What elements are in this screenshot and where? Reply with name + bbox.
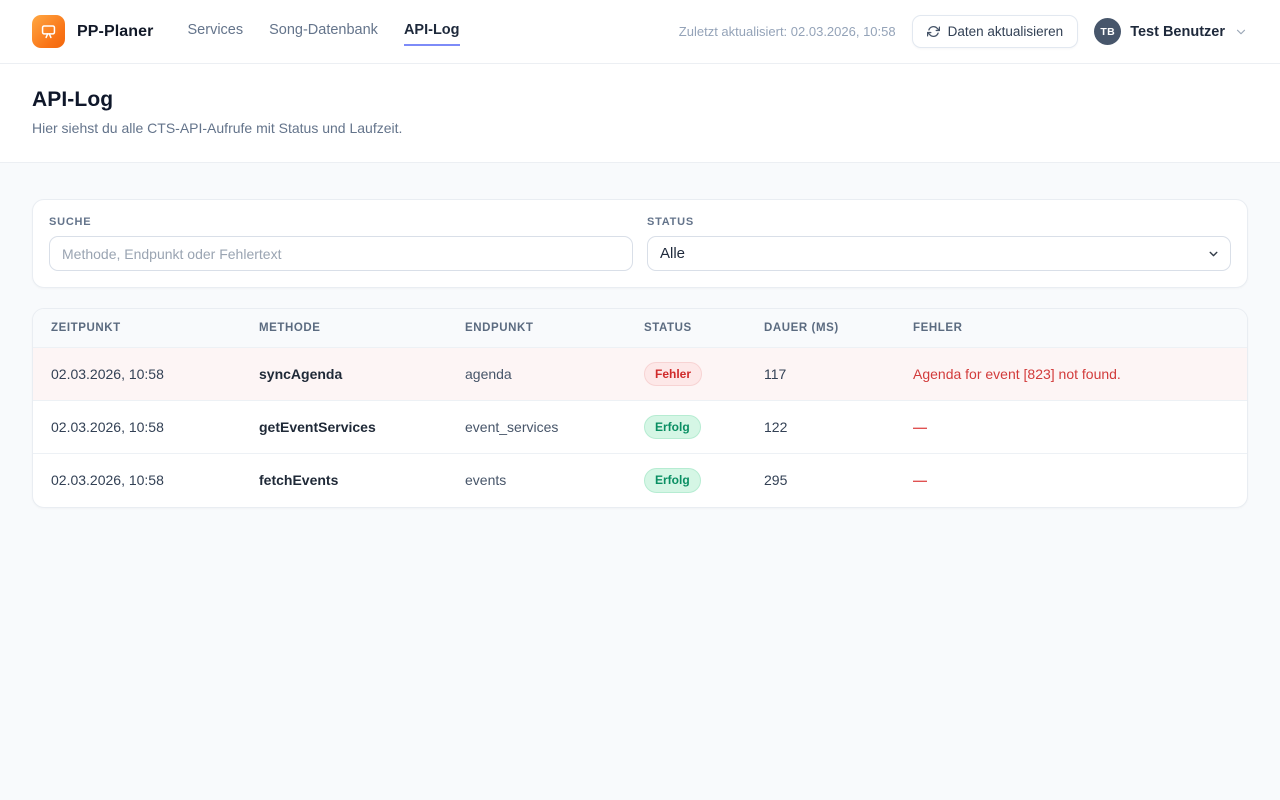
cell-methode: fetchEvents [241, 454, 447, 507]
page-header: API-Log Hier siehst du alle CTS-API-Aufr… [0, 64, 1280, 163]
presentation-board-icon [39, 22, 58, 41]
topbar-right: Zuletzt aktualisiert: 02.03.2026, 10:58 … [679, 15, 1248, 48]
col-methode: METHODE [241, 309, 447, 348]
cell-fehler: — [895, 401, 1247, 454]
user-name: Test Benutzer [1130, 24, 1225, 40]
cell-dauer: 117 [746, 348, 895, 401]
search-label: SUCHE [49, 216, 633, 228]
page-title: API-Log [32, 88, 1248, 112]
col-status: STATUS [626, 309, 746, 348]
page-subtitle: Hier siehst du alle CTS-API-Aufrufe mit … [32, 120, 1248, 136]
chevron-down-icon [1234, 25, 1248, 39]
status-select-wrap: Alle [647, 236, 1231, 271]
app-logo [32, 15, 65, 48]
nav-item-api-log[interactable]: API-Log [404, 18, 460, 46]
cell-fehler: Agenda for event [823] not found. [895, 348, 1247, 401]
refresh-data-button[interactable]: Daten aktualisieren [912, 15, 1079, 48]
table-row: 02.03.2026, 10:58 fetchEvents events Erf… [33, 454, 1247, 507]
cell-status: Erfolg [626, 454, 746, 507]
status-select[interactable]: Alle [647, 236, 1231, 271]
last-updated-text: Zuletzt aktualisiert: 02.03.2026, 10:58 [679, 24, 896, 39]
cell-dauer: 295 [746, 454, 895, 507]
nav-item-song-datenbank[interactable]: Song-Datenbank [269, 18, 378, 46]
status-field-group: STATUS Alle [647, 216, 1231, 271]
status-badge: Erfolg [644, 415, 701, 439]
table-row: 02.03.2026, 10:58 syncAgenda agenda Fehl… [33, 348, 1247, 401]
status-badge: Fehler [644, 362, 702, 386]
cell-endpunkt: event_services [447, 401, 626, 454]
status-label: STATUS [647, 216, 1231, 228]
filter-card: SUCHE STATUS Alle [32, 199, 1248, 288]
cell-endpunkt: agenda [447, 348, 626, 401]
refresh-button-label: Daten aktualisieren [948, 24, 1064, 39]
brand-name: PP-Planer [77, 23, 154, 41]
cell-fehler: — [895, 454, 1247, 507]
avatar: TB [1094, 18, 1121, 45]
nav-item-services[interactable]: Services [188, 18, 244, 46]
col-endpunkt: ENDPUNKT [447, 309, 626, 348]
cell-zeitpunkt: 02.03.2026, 10:58 [33, 454, 241, 507]
cell-status: Fehler [626, 348, 746, 401]
refresh-icon [927, 25, 940, 38]
user-menu[interactable]: TB Test Benutzer [1094, 18, 1248, 45]
main-content: SUCHE STATUS Alle [0, 163, 1280, 544]
cell-methode: syncAgenda [241, 348, 447, 401]
cell-dauer: 122 [746, 401, 895, 454]
table-row: 02.03.2026, 10:58 getEventServices event… [33, 401, 1247, 454]
cell-status: Erfolg [626, 401, 746, 454]
topbar: PP-Planer Services Song-Datenbank API-Lo… [0, 0, 1280, 64]
api-log-table-card: ZEITPUNKT METHODE ENDPUNKT STATUS DAUER … [32, 308, 1248, 508]
main-nav: Services Song-Datenbank API-Log [188, 0, 460, 63]
cell-endpunkt: events [447, 454, 626, 507]
search-input[interactable] [49, 236, 633, 271]
search-field-group: SUCHE [49, 216, 633, 271]
col-dauer: DAUER (MS) [746, 309, 895, 348]
status-badge: Erfolg [644, 468, 701, 492]
table-header-row: ZEITPUNKT METHODE ENDPUNKT STATUS DAUER … [33, 309, 1247, 348]
col-fehler: FEHLER [895, 309, 1247, 348]
api-log-table: ZEITPUNKT METHODE ENDPUNKT STATUS DAUER … [33, 309, 1247, 507]
cell-zeitpunkt: 02.03.2026, 10:58 [33, 401, 241, 454]
cell-methode: getEventServices [241, 401, 447, 454]
col-zeitpunkt: ZEITPUNKT [33, 309, 241, 348]
cell-zeitpunkt: 02.03.2026, 10:58 [33, 348, 241, 401]
